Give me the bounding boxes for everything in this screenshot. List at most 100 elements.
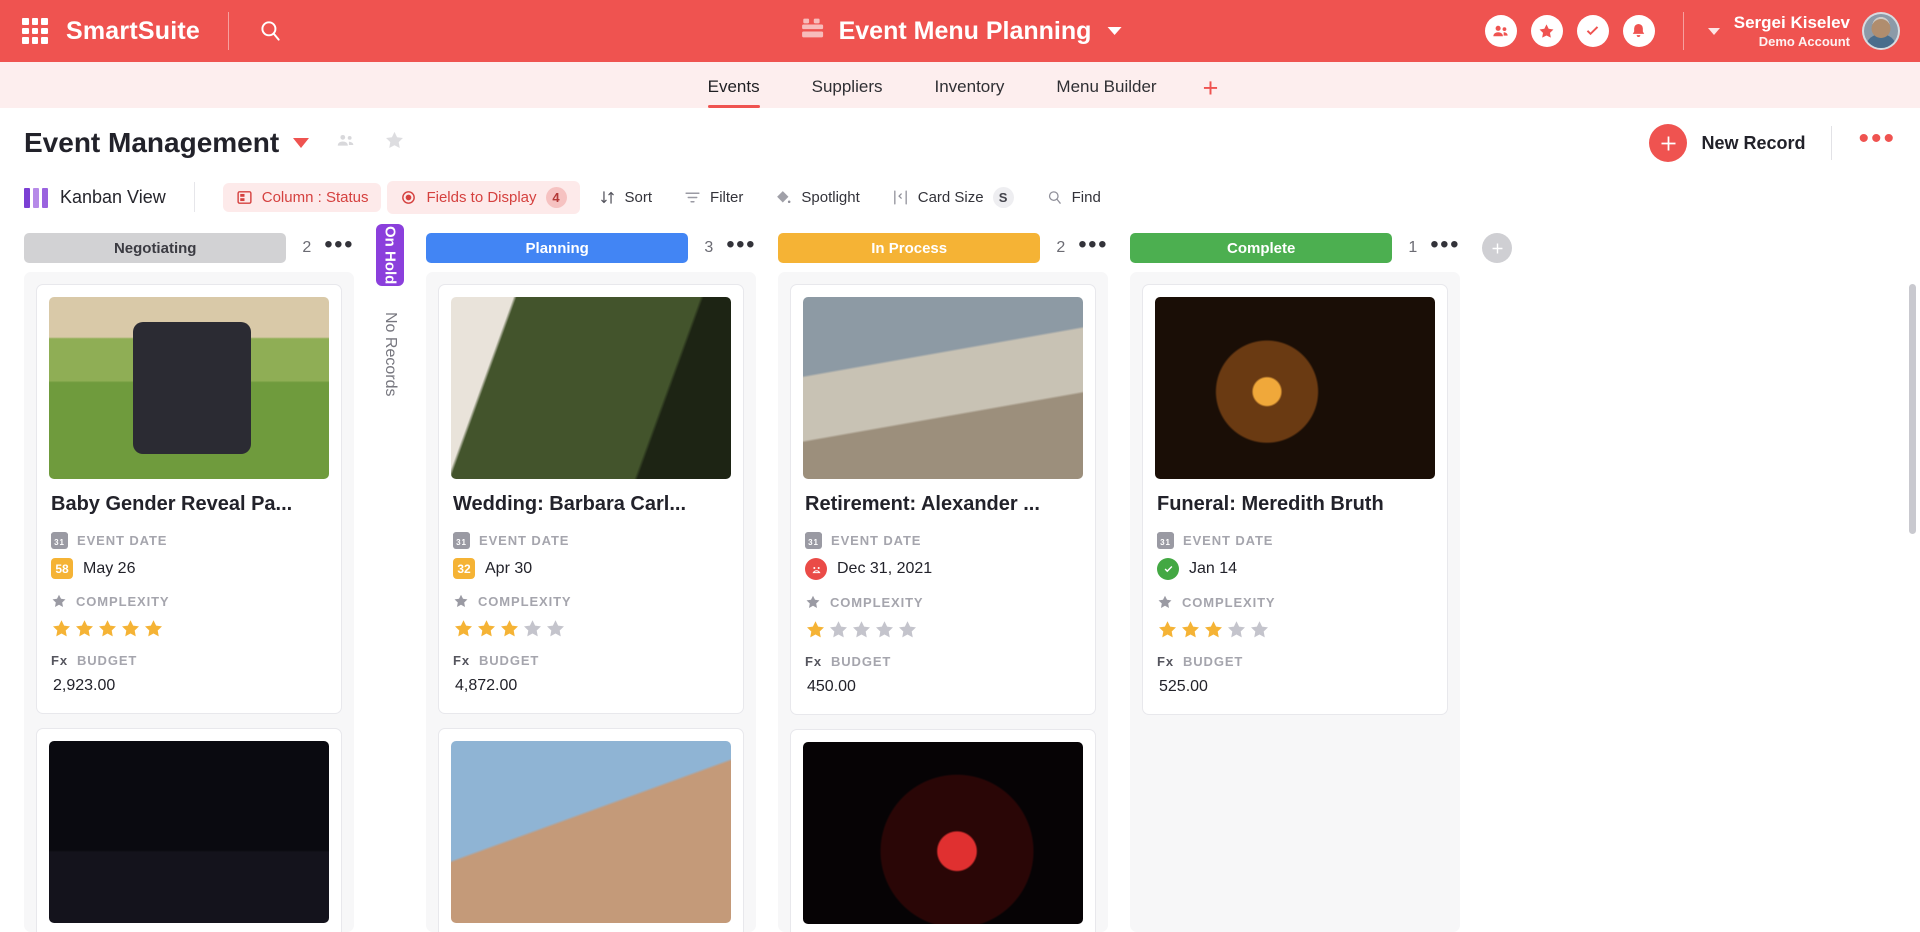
kanban-card[interactable]: Wedding: Barbara Carl... 31 EVENT DATE 32…: [438, 284, 744, 714]
kanban-card[interactable]: [790, 729, 1096, 932]
kanban-card[interactable]: [36, 728, 342, 932]
kanban-column-negotiating: Negotiating 2 ••• Baby Gender Reveal Pa.…: [24, 224, 354, 932]
star-icon: [52, 594, 66, 607]
toolbar-divider: [193, 182, 195, 212]
card-title: Wedding: Barbara Carl...: [453, 493, 687, 515]
field-label-text: EVENT DATE: [1183, 533, 1274, 548]
field-label-text: EVENT DATE: [831, 533, 922, 548]
page-title-chevron-down-icon[interactable]: [293, 138, 310, 148]
members-icon[interactable]: [1484, 15, 1517, 47]
field-event-date: 31 EVENT DATE Jan 14: [1157, 532, 1433, 580]
field-complexity: COMPLEXITY: [805, 594, 1081, 640]
plus-icon: [1649, 124, 1688, 162]
field-label-text: BUDGET: [76, 653, 138, 668]
field-value: Jan 14: [1157, 558, 1433, 580]
field-label-text: COMPLEXITY: [76, 593, 170, 609]
column-header-complete[interactable]: Complete: [1130, 233, 1393, 263]
app-tabs: Events Suppliers Inventory Menu Builder …: [682, 75, 1239, 108]
solution-title-text: Event Menu Planning: [838, 16, 1092, 45]
filter-button[interactable]: Filter: [671, 183, 756, 212]
notifications-bell-icon[interactable]: [1622, 15, 1655, 47]
search-icon: [1048, 190, 1061, 204]
card-image: [49, 297, 329, 479]
new-record-button[interactable]: New Record: [1649, 124, 1805, 162]
card-size-button[interactable]: Card Size S: [879, 181, 1027, 214]
complexity-rating[interactable]: [1157, 619, 1433, 640]
field-label: Fx BUDGET: [51, 653, 327, 668]
column-header-negotiating[interactable]: Negotiating: [24, 233, 287, 263]
field-label: 31 EVENT DATE: [51, 532, 327, 549]
eye-target-icon: [402, 190, 416, 204]
column-count-in-process: 2: [1056, 239, 1066, 256]
sort-button[interactable]: Sort: [586, 183, 666, 212]
field-complexity: COMPLEXITY: [453, 593, 729, 639]
column-header-in-process[interactable]: In Process: [778, 233, 1041, 263]
budget-value: 4,872.00: [455, 677, 518, 694]
field-label: 31 EVENT DATE: [1157, 532, 1433, 549]
search-icon[interactable]: [257, 18, 283, 44]
calendar-icon: 31: [453, 532, 470, 549]
calendar-icon: 31: [51, 532, 68, 549]
kanban-card[interactable]: [438, 728, 744, 932]
avatar[interactable]: [1862, 12, 1900, 50]
field-label-text: BUDGET: [1182, 654, 1244, 669]
people-share-icon[interactable]: [335, 130, 357, 157]
field-budget: Fx BUDGET 4,872.00: [453, 653, 729, 695]
favorites-star-icon[interactable]: [1530, 15, 1563, 47]
tab-suppliers[interactable]: Suppliers: [786, 77, 909, 108]
star-outline-icon[interactable]: [383, 129, 406, 157]
card-image: [451, 741, 731, 923]
column-cards-negotiating: Baby Gender Reveal Pa... 31 EVENT DATE 58…: [24, 272, 354, 932]
new-record-label: New Record: [1701, 132, 1806, 153]
field-label: 31 EVENT DATE: [805, 532, 1081, 549]
column-options-negotiating[interactable]: •••: [324, 232, 354, 258]
solution-title[interactable]: Event Menu Planning: [799, 14, 1122, 49]
tab-menu-builder[interactable]: Menu Builder: [1030, 77, 1182, 108]
kanban-card[interactable]: Funeral: Meredith Bruth 31 EVENT DATE Jan…: [1142, 284, 1448, 715]
field-label-text: COMPLEXITY: [1182, 594, 1276, 610]
kanban-card[interactable]: Baby Gender Reveal Pa... 31 EVENT DATE 58…: [36, 284, 342, 714]
column-header-row-in-process: In Process 2 •••: [778, 224, 1108, 272]
event-date-value: Dec 31, 2021: [837, 560, 933, 577]
user-divider: [1682, 12, 1684, 50]
tab-inventory[interactable]: Inventory: [908, 77, 1030, 108]
column-status-button[interactable]: Column : Status: [222, 182, 382, 212]
tab-events[interactable]: Events: [682, 77, 786, 108]
fields-count-badge: 4: [545, 186, 567, 208]
brand-logo[interactable]: SmartSuite: [66, 17, 200, 46]
field-event-date: 31 EVENT DATE Dec 31, 2021: [805, 532, 1081, 580]
column-options-in-process[interactable]: •••: [1078, 232, 1108, 258]
card-size-value-badge: S: [992, 186, 1014, 208]
apps-grid-icon[interactable]: [22, 18, 48, 44]
tasks-check-icon[interactable]: [1576, 15, 1609, 47]
page-more-options-button[interactable]: •••: [1858, 124, 1896, 154]
add-table-button[interactable]: +: [1183, 75, 1239, 108]
spotlight-button[interactable]: Spotlight: [762, 183, 872, 212]
kanban-card[interactable]: Retirement: Alexander ... 31 EVENT DATE D…: [790, 284, 1096, 715]
column-options-planning[interactable]: •••: [726, 232, 756, 258]
column-header-planning[interactable]: Planning: [426, 233, 689, 263]
column-header-row-negotiating: Negotiating 2 •••: [24, 224, 354, 272]
card-image: [1155, 297, 1435, 479]
complexity-rating[interactable]: [453, 618, 729, 639]
user-name: Sergei Kiselev: [1733, 13, 1850, 33]
add-column-button[interactable]: [1482, 233, 1512, 263]
formula-fx-icon: Fx: [51, 653, 68, 668]
find-button[interactable]: Find: [1033, 183, 1114, 212]
field-label-text: EVENT DATE: [77, 533, 168, 548]
board-vertical-scrollbar[interactable]: [1909, 284, 1916, 534]
field-label: 31 EVENT DATE: [453, 532, 729, 549]
current-view[interactable]: Kanban View: [24, 186, 166, 208]
completed-check-icon: [1157, 558, 1179, 580]
user-chevron-down-icon[interactable]: [1707, 27, 1720, 35]
chevron-down-icon[interactable]: [1107, 27, 1122, 35]
fields-to-display-button[interactable]: Fields to Display 4: [387, 180, 580, 214]
resize-icon: [893, 189, 907, 205]
field-complexity: COMPLEXITY: [1157, 594, 1433, 640]
column-options-complete[interactable]: •••: [1430, 232, 1460, 258]
complexity-rating[interactable]: [805, 619, 1081, 640]
column-header-on-hold[interactable]: On Hold: [376, 224, 404, 286]
cake-icon: [799, 14, 827, 49]
user-menu[interactable]: Sergei Kiselev Demo Account: [1734, 12, 1850, 50]
complexity-rating[interactable]: [51, 618, 327, 639]
